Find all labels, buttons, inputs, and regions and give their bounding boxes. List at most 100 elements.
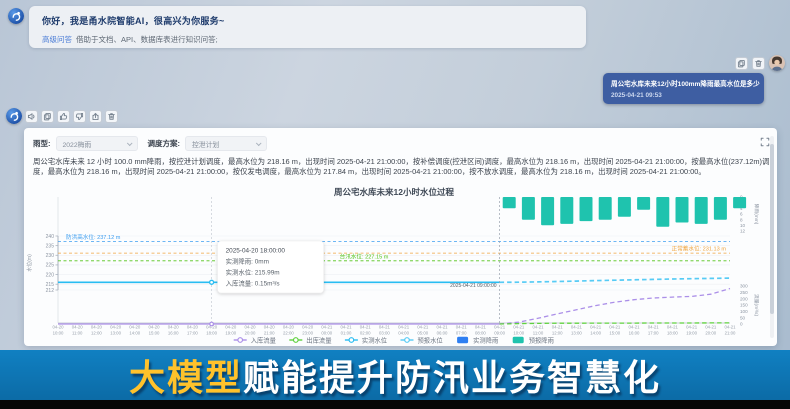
assistant-avatar: [8, 8, 24, 24]
legend-item: 出库流量: [306, 335, 332, 344]
legend-item: 预报降雨: [529, 335, 554, 344]
svg-text:04:00: 04:00: [398, 330, 409, 335]
svg-text:19:00: 19:00: [225, 330, 236, 335]
svg-text:220: 220: [46, 272, 55, 278]
svg-text:04-20: 04-20: [72, 325, 84, 330]
svg-text:11:00: 11:00: [533, 330, 544, 335]
svg-text:10: 10: [740, 223, 746, 228]
plan-label: 调度方案:: [148, 138, 181, 149]
rain-bar: [560, 197, 573, 224]
rain-type-select[interactable]: 2022梅雨: [56, 136, 138, 151]
svg-text:14:00: 14:00: [590, 330, 601, 335]
app-screen: 你好，我是甬水院智能AI，很高兴为你服务~ 高级问答借助于文档、API、数据库表…: [0, 0, 790, 409]
svg-text:250: 250: [740, 290, 748, 295]
plan-select[interactable]: 控泄计划: [185, 136, 267, 151]
svg-text:04-20: 04-20: [264, 325, 276, 330]
delete-button[interactable]: [752, 57, 765, 70]
svg-text:21:00: 21:00: [725, 330, 736, 335]
svg-text:23:00: 23:00: [302, 330, 313, 335]
svg-text:04-21: 04-21: [686, 325, 698, 330]
svg-text:50: 50: [740, 315, 746, 320]
svg-text:235: 235: [46, 243, 55, 249]
chart-svg[interactable]: 周公宅水库未来12小时水位过程240235230225220215212水位(m…: [24, 186, 777, 346]
read-aloud-button[interactable]: [25, 110, 38, 123]
delete-answer-button[interactable]: [105, 110, 118, 123]
svg-text:04-21: 04-21: [398, 325, 410, 330]
advanced-qa-tag[interactable]: 高级问答: [42, 35, 72, 44]
svg-text:04-21: 04-21: [590, 325, 602, 330]
rain-bar: [676, 197, 689, 223]
svg-text:04-21: 04-21: [705, 325, 717, 330]
svg-text:14:00: 14:00: [129, 330, 140, 335]
svg-text:01:00: 01:00: [341, 330, 352, 335]
svg-text:05:00: 05:00: [417, 330, 428, 335]
rain-bar: [599, 197, 612, 220]
svg-text:04-20: 04-20: [283, 325, 295, 330]
svg-text:04-21: 04-21: [341, 325, 353, 330]
user-avatar[interactable]: [769, 55, 785, 71]
svg-text:0: 0: [740, 322, 743, 327]
svg-text:13:00: 13:00: [571, 330, 582, 335]
svg-text:20:00: 20:00: [705, 330, 716, 335]
rain-bar: [618, 197, 631, 217]
svg-text:17:00: 17:00: [648, 330, 659, 335]
svg-text:04-21: 04-21: [321, 325, 333, 330]
chevron-down-icon: [256, 140, 262, 146]
svg-text:12: 12: [740, 229, 746, 234]
legend-item: 入库流量: [251, 335, 277, 344]
svg-text:00:00: 00:00: [321, 330, 332, 335]
svg-text:100: 100: [740, 309, 748, 314]
svg-text:16:00: 16:00: [168, 330, 179, 335]
svg-text:04-21: 04-21: [379, 325, 391, 330]
svg-text:225: 225: [46, 263, 55, 269]
svg-text:04-21: 04-21: [475, 325, 487, 330]
svg-text:07:00: 07:00: [456, 330, 467, 335]
svg-text:04-21: 04-21: [552, 325, 564, 330]
rain-bar: [637, 197, 650, 210]
user-message-bubble: 周公宅水库未来12小时100mm降雨最高水位是多少 2025-04-21 09:…: [603, 73, 764, 104]
svg-text:04-21: 04-21: [648, 325, 660, 330]
chart-title: 周公宅水库未来12小时水位过程: [334, 187, 454, 197]
rain-bar: [580, 197, 593, 221]
svg-text:04-20: 04-20: [53, 325, 65, 330]
analysis-panel: 雨型: 2022梅雨 调度方案: 控泄计划 周公宅水库未来 12 小时 100.…: [24, 128, 777, 346]
answer-toolbar: [25, 110, 118, 123]
thumbs-down-button[interactable]: [73, 110, 86, 123]
water-level-chart[interactable]: 周公宅水库未来12小时水位过程240235230225220215212水位(m…: [24, 186, 777, 346]
banner-text: 大模型赋能提升防汛业务智慧化: [129, 349, 661, 401]
svg-text:2025-04-20 18:00:00: 2025-04-20 18:00:00: [226, 248, 286, 255]
svg-text:02:00: 02:00: [360, 330, 371, 335]
svg-text:15:00: 15:00: [609, 330, 620, 335]
flow-axis-title: 流量(m³/s): [753, 294, 760, 317]
rain-bar: [503, 197, 516, 208]
forecast_inflow-line: [500, 289, 730, 325]
svg-text:20:00: 20:00: [245, 330, 256, 335]
svg-text:11:00: 11:00: [72, 330, 83, 335]
bottom-banner: 大模型赋能提升防汛业务智慧化: [0, 350, 790, 400]
svg-text:08:00: 08:00: [475, 330, 486, 335]
svg-text:04-21: 04-21: [609, 325, 621, 330]
thumbs-up-button[interactable]: [57, 110, 70, 123]
user-message-text: 周公宅水库未来12小时100mm降雨最高水位是多少: [611, 78, 756, 88]
svg-text:12:00: 12:00: [552, 330, 563, 335]
svg-text:18:00: 18:00: [206, 330, 217, 335]
ref-line-label: 台汛水位: 227.15 m: [340, 252, 389, 260]
panel-scrollbar[interactable]: [770, 136, 774, 338]
svg-text:300: 300: [740, 284, 748, 289]
rain-axis-title: 降雨(mm): [753, 204, 760, 225]
copy-answer-button[interactable]: [41, 110, 54, 123]
copy-button[interactable]: [735, 57, 748, 70]
svg-text:19:00: 19:00: [686, 330, 697, 335]
svg-text:04-21: 04-21: [533, 325, 545, 330]
export-button[interactable]: [89, 110, 102, 123]
fullscreen-button[interactable]: [760, 134, 770, 152]
svg-text:04-20: 04-20: [129, 325, 141, 330]
assistant-greeting-bubble: 你好，我是甬水院智能AI，很高兴为你服务~ 高级问答借助于文档、API、数据库表…: [29, 6, 586, 48]
svg-text:04-21: 04-21: [629, 325, 641, 330]
legend-item: 实测水位: [362, 335, 388, 344]
svg-text:18:00: 18:00: [667, 330, 678, 335]
svg-text:8: 8: [740, 217, 743, 222]
rain-bar: [656, 197, 669, 227]
rain-bar: [733, 197, 746, 208]
svg-text:入库流量: 0.15m³/s: 入库流量: 0.15m³/s: [226, 279, 280, 288]
